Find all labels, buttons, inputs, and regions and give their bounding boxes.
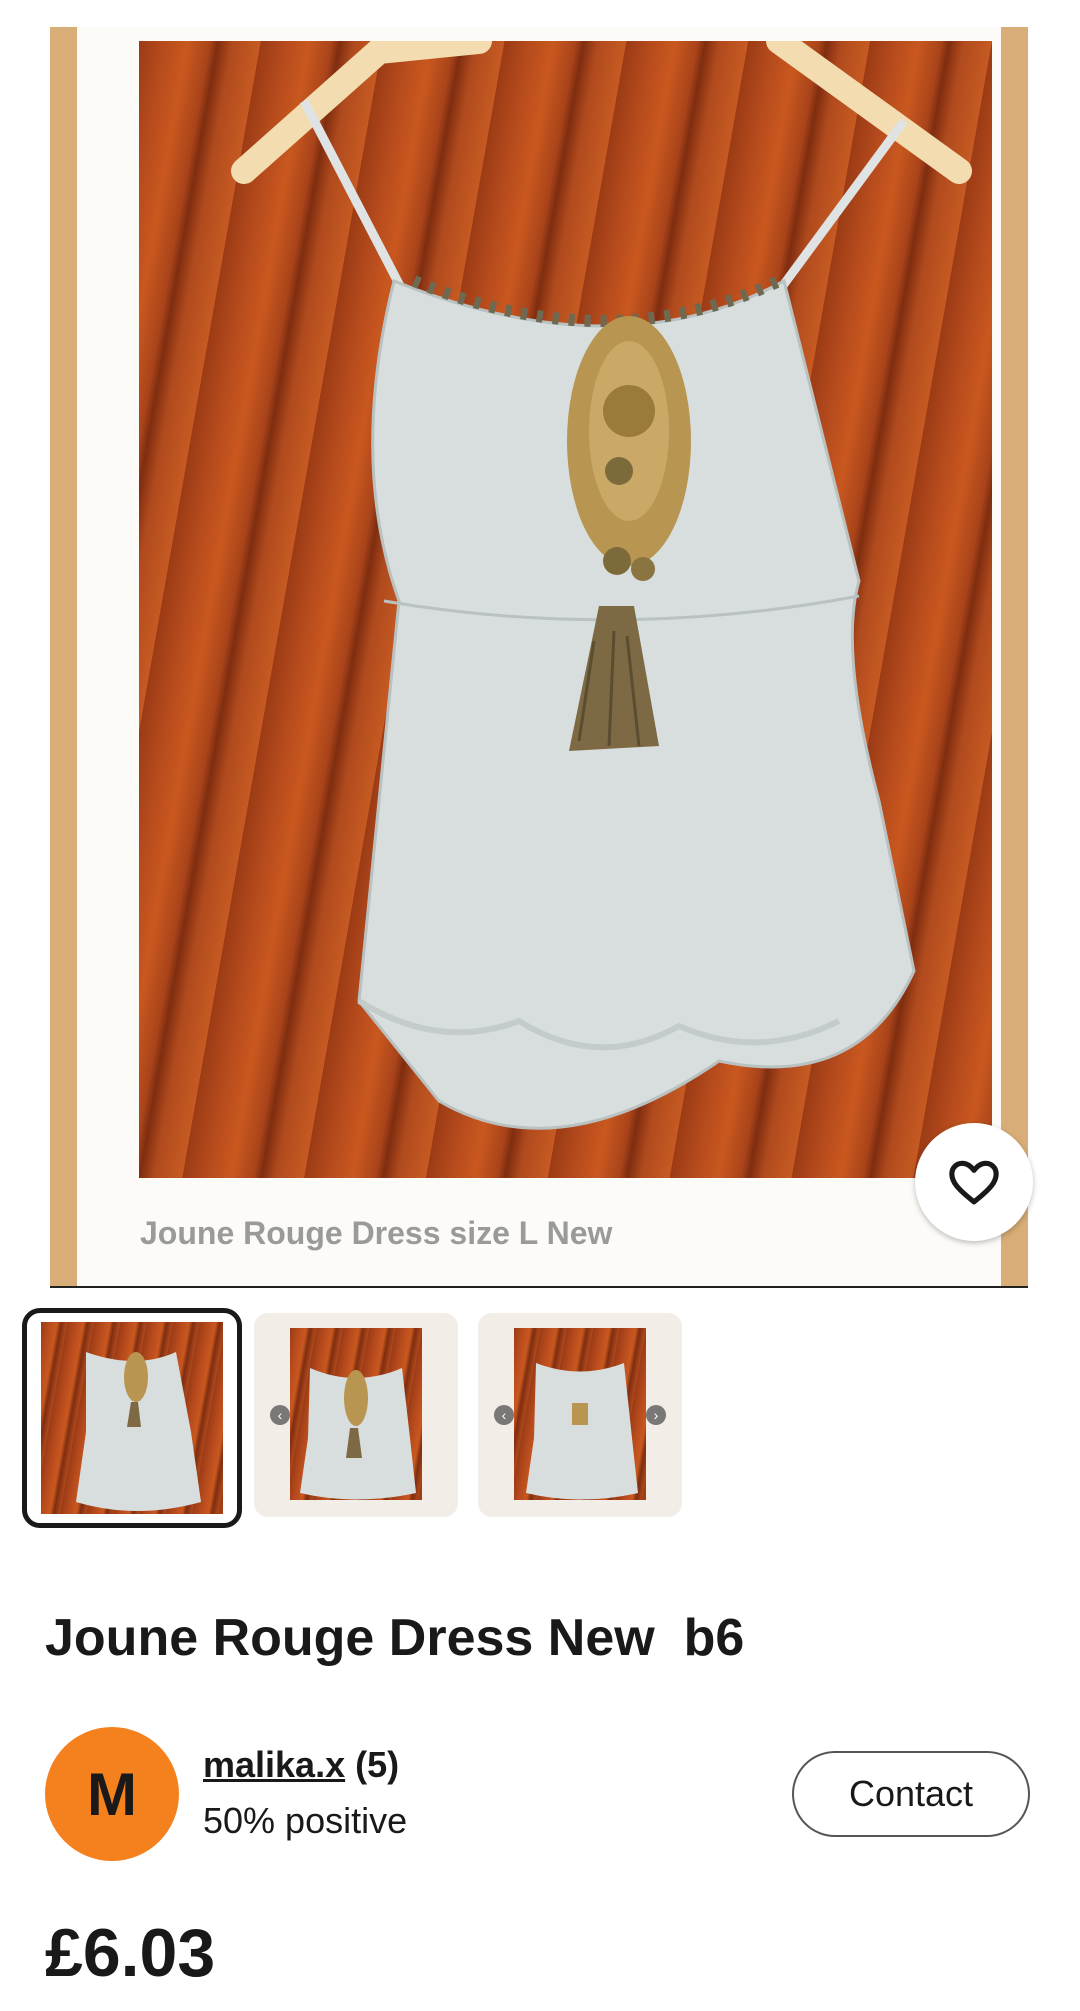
dress-illustration [231, 41, 972, 1130]
thumbnail-3-next-icon: › [646, 1405, 666, 1425]
main-image-frame: Joune Rouge Dress size L New [77, 27, 1001, 1287]
seller-info: malika.x (5) [203, 1744, 399, 1786]
contact-button-label: Contact [848, 1773, 974, 1814]
contact-button[interactable]: Contact [792, 1751, 1030, 1837]
thumbnail-3[interactable]: ‹ › [478, 1313, 682, 1517]
seller-avatar[interactable]: M [45, 1727, 179, 1861]
seller-feedback: 50% positive [203, 1800, 408, 1841]
heart-outline-icon [949, 1160, 999, 1205]
seller-name-link[interactable]: malika.x [203, 1744, 345, 1785]
thumbnail-3-image [514, 1328, 646, 1500]
image-divider [50, 1286, 1028, 1288]
thumbnail-2[interactable]: ‹ [254, 1313, 458, 1517]
favorite-button[interactable] [915, 1123, 1033, 1241]
thumbnail-1-image [41, 1322, 223, 1514]
seller-avatar-initial: M [87, 1760, 137, 1828]
thumbnail-2-image [290, 1328, 422, 1500]
main-product-image[interactable]: Joune Rouge Dress size L New [50, 27, 1028, 1287]
seller-score: (5) [355, 1744, 400, 1785]
price: £6.03 [45, 1915, 216, 1991]
thumbnail-3-prev-icon: ‹ [494, 1405, 514, 1425]
listing-title: Joune Rouge Dress New b6 [45, 1609, 745, 1667]
dress-photo [139, 41, 992, 1178]
image-caption: Joune Rouge Dress size L New [140, 1215, 613, 1251]
thumbnail-2-prev-icon: ‹ [270, 1405, 290, 1425]
thumbnail-1[interactable] [22, 1308, 242, 1528]
